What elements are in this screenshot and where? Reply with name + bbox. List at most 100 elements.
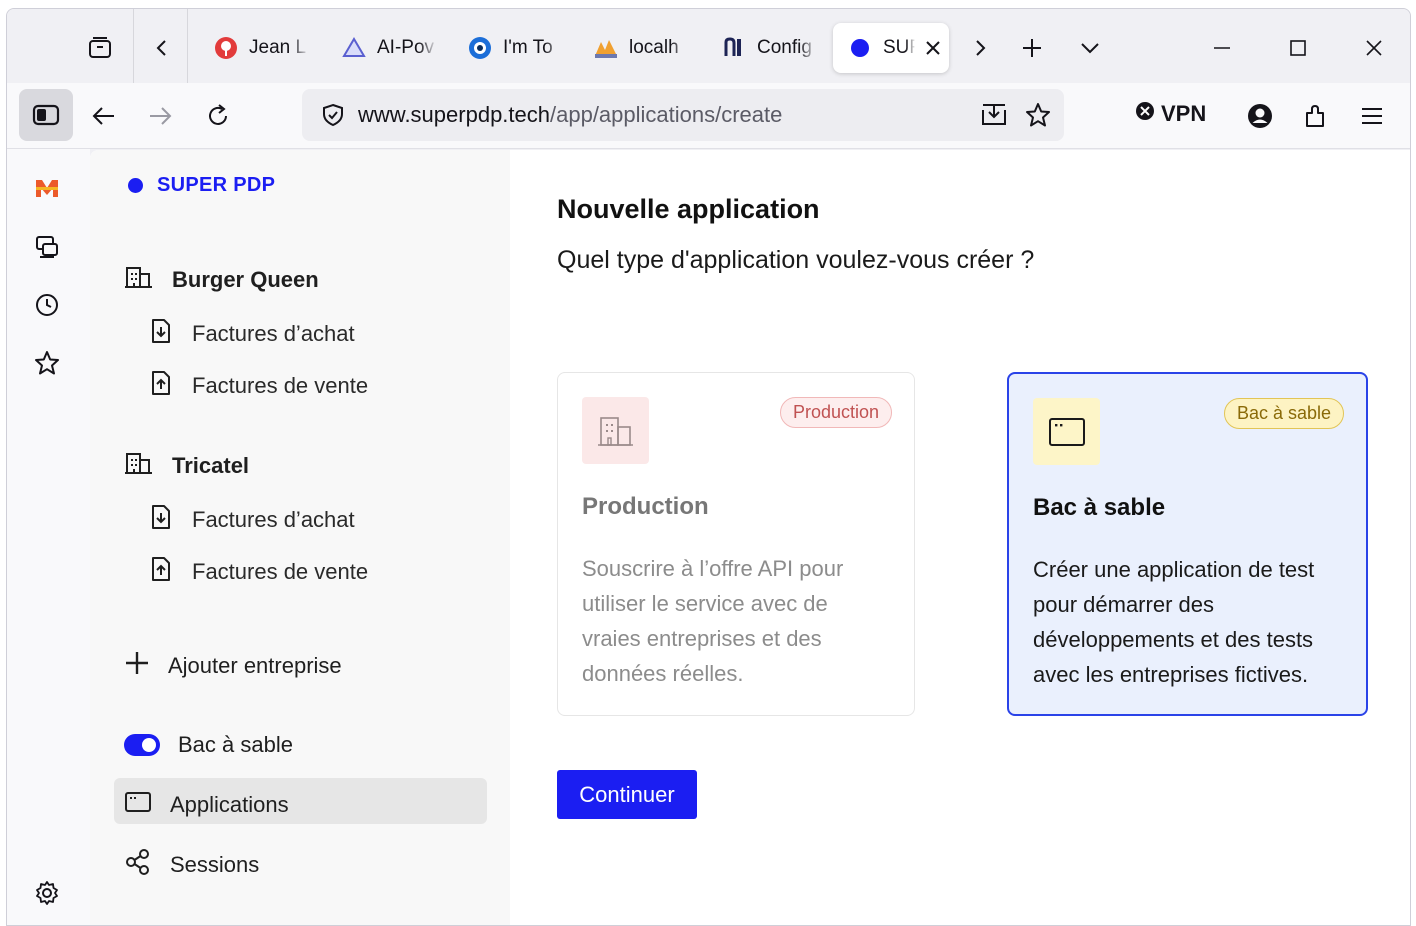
- vpn-label: VPN: [1161, 101, 1207, 126]
- page-content: SUPER PDP Burger Queen Factures d’achat …: [90, 150, 1410, 925]
- company-tricatel[interactable]: Tricatel: [124, 450, 249, 482]
- scroll-tabs-right-icon[interactable]: [965, 33, 995, 63]
- blue-dot-icon: [847, 35, 873, 61]
- page-title: Nouvelle application: [557, 194, 820, 224]
- nav-label: Factures d’achat: [192, 321, 355, 346]
- url-path: /app/applications/create: [550, 102, 783, 127]
- history-icon[interactable]: [31, 289, 63, 321]
- production-option-card[interactable]: Production Production Souscrire à l’offr…: [557, 372, 915, 716]
- production-badge: Production: [779, 397, 892, 428]
- shield-icon[interactable]: [320, 102, 346, 133]
- close-window-icon[interactable]: [1357, 31, 1391, 65]
- file-download-icon: [150, 504, 172, 536]
- company-name: Tricatel: [172, 453, 250, 478]
- nav-label: Factures d’achat: [192, 507, 355, 532]
- close-tab-icon[interactable]: [925, 40, 941, 56]
- tab-strip: Jean L AI-Pov I'm To localh Config SUF: [7, 9, 1410, 83]
- card-title: Bac à sable: [1033, 494, 1166, 521]
- app-window-icon: [1033, 398, 1100, 465]
- nav-purchase-invoices[interactable]: Factures d’achat: [150, 318, 355, 350]
- tab-jean[interactable]: Jean L: [199, 23, 317, 73]
- sandbox-option-card-selected[interactable]: Bac à sable Bac à sable Créer une applic…: [1007, 372, 1368, 716]
- main-panel: Nouvelle application Quel type d'applica…: [510, 150, 1410, 925]
- file-download-icon: [150, 318, 172, 350]
- tab-label: Jean L: [249, 37, 307, 58]
- file-upload-icon: [150, 556, 172, 588]
- add-company-button[interactable]: Ajouter entreprise: [124, 650, 342, 682]
- brand-dot-icon: [128, 178, 143, 193]
- tab-separator: [133, 9, 134, 83]
- account-icon[interactable]: [1243, 99, 1277, 133]
- nav-sales-invoices[interactable]: Factures de vente: [150, 556, 368, 588]
- pma-icon: [593, 35, 619, 61]
- building-icon: [582, 397, 649, 464]
- tab-label: AI-Pov: [377, 37, 435, 58]
- company-burger-queen[interactable]: Burger Queen: [124, 264, 319, 296]
- tab-label: localh: [629, 37, 679, 58]
- nav-sessions[interactable]: Sessions: [124, 848, 259, 882]
- building-icon: [124, 450, 154, 482]
- tab-config[interactable]: Config: [707, 23, 825, 73]
- nav-applications[interactable]: Applications: [124, 790, 289, 820]
- red-flower-icon: [213, 35, 239, 61]
- nav-purchase-invoices[interactable]: Factures d’achat: [150, 504, 355, 536]
- back-icon[interactable]: [87, 99, 121, 133]
- triangle-icon: [341, 35, 367, 61]
- sandbox-badge: Bac à sable: [1223, 398, 1344, 429]
- reload-icon[interactable]: [201, 99, 235, 133]
- browser-sidebar: [7, 149, 90, 925]
- building-icon: [124, 264, 154, 296]
- save-to-pocket-icon[interactable]: [980, 102, 1008, 133]
- menu-icon[interactable]: [1355, 99, 1389, 133]
- scroll-tabs-left-icon[interactable]: [147, 33, 177, 63]
- forward-icon[interactable]: [143, 99, 177, 133]
- file-upload-icon: [150, 370, 172, 402]
- bookmarks-icon[interactable]: [31, 347, 63, 379]
- nav-label: Factures de vente: [192, 373, 369, 398]
- tab-label: I'm To: [503, 37, 553, 58]
- sandbox-toggle-row[interactable]: Bac à sable: [124, 732, 293, 758]
- nav-label: Factures de vente: [192, 559, 369, 584]
- vpn-button[interactable]: VPN: [1135, 101, 1206, 127]
- tab-separator: [187, 9, 188, 83]
- nav-label: Applications: [170, 792, 289, 817]
- maximize-icon[interactable]: [1281, 31, 1315, 65]
- company-name: Burger Queen: [172, 267, 319, 292]
- sandbox-toggle-label: Bac à sable: [178, 732, 293, 757]
- card-title: Production: [582, 493, 709, 520]
- card-description: Souscrire à l’offre API pour utiliser le…: [582, 556, 844, 686]
- brand-logo[interactable]: SUPER PDP: [128, 174, 275, 197]
- extensions-icon[interactable]: [1299, 99, 1333, 133]
- url-text[interactable]: www.superpdp.tech/app/applications/creat…: [358, 102, 782, 128]
- minimize-icon[interactable]: [1205, 31, 1239, 65]
- synced-tabs-icon[interactable]: [31, 231, 63, 263]
- tab-overview-icon[interactable]: [83, 31, 117, 65]
- page-subtitle: Quel type d'application voulez-vous crée…: [557, 246, 1035, 274]
- tab-superpdp-active[interactable]: SUF: [833, 23, 949, 73]
- nav-label: Sessions: [170, 852, 260, 877]
- settings-gear-icon[interactable]: [31, 877, 63, 909]
- app-sidebar: SUPER PDP Burger Queen Factures d’achat …: [90, 150, 510, 925]
- bookmark-star-icon[interactable]: [1024, 101, 1052, 134]
- card-description: Créer une application de test pour démar…: [1033, 557, 1315, 687]
- brand-name: SUPER PDP: [157, 174, 276, 196]
- nav-sales-invoices[interactable]: Factures de vente: [150, 370, 368, 402]
- sidebar-toggle-icon[interactable]: [19, 89, 73, 141]
- url-host: www.superpdp.tech: [358, 102, 550, 127]
- app-window-icon: [124, 790, 152, 820]
- navigation-toolbar: www.superpdp.tech/app/applications/creat…: [7, 83, 1410, 149]
- extension-m-icon[interactable]: [31, 173, 63, 203]
- list-all-tabs-icon[interactable]: [1073, 31, 1107, 65]
- tab-ai-power[interactable]: AI-Pov: [327, 23, 445, 73]
- continue-button[interactable]: Continuer: [557, 770, 697, 819]
- add-company-label: Ajouter entreprise: [168, 653, 342, 678]
- n-logo-icon: [721, 35, 747, 61]
- share-nodes-icon: [124, 848, 152, 882]
- tab-localhost[interactable]: localh: [579, 23, 697, 73]
- tab-im-to[interactable]: I'm To: [453, 23, 571, 73]
- tab-label: SUF: [883, 37, 915, 58]
- tab-label: Config: [757, 37, 812, 58]
- new-tab-icon[interactable]: [1015, 31, 1049, 65]
- address-bar[interactable]: www.superpdp.tech/app/applications/creat…: [302, 89, 1064, 141]
- sandbox-toggle-switch[interactable]: [124, 734, 160, 756]
